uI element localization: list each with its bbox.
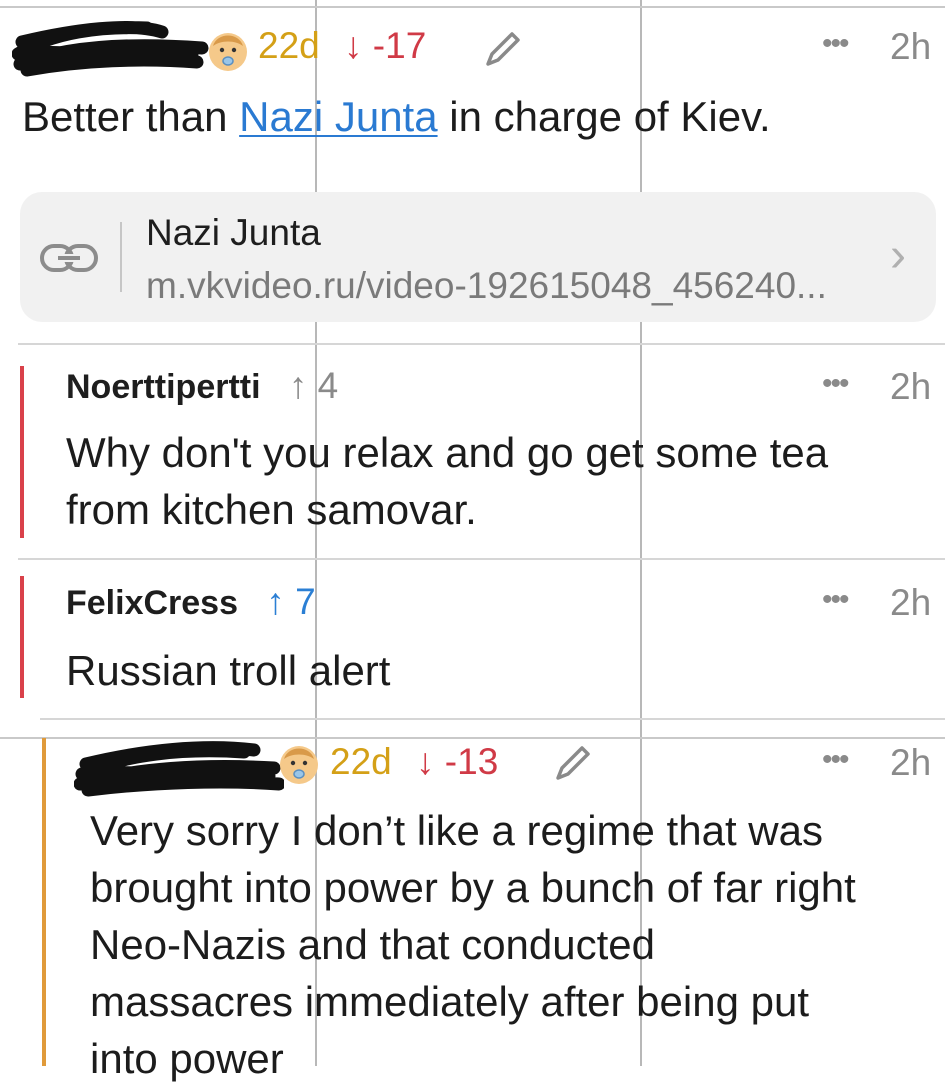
- age-badge: 22d: [258, 25, 320, 66]
- comment-meta: 22d ↓ -13: [330, 740, 498, 784]
- thread-line: [20, 576, 24, 698]
- divider: [40, 718, 945, 720]
- upvote-icon[interactable]: ↑: [289, 365, 308, 406]
- link-preview-title: Nazi Junta: [146, 212, 321, 253]
- score: 7: [295, 581, 316, 622]
- comment-meta: Noerttipertti ↑ 4: [66, 364, 338, 409]
- comment-body: Russian troll alert: [66, 647, 391, 694]
- divider: [18, 558, 945, 560]
- score: -17: [372, 25, 427, 66]
- more-options-icon[interactable]: •••: [822, 583, 849, 617]
- thread-line: [20, 366, 24, 538]
- baby-icon: [209, 33, 247, 71]
- comment-meta: FelixCress ↑ 7: [66, 580, 316, 625]
- link-preview-url: m.vkvideo.ru/video-192615048_456240...: [146, 265, 827, 306]
- username[interactable]: Noerttipertti: [66, 368, 261, 406]
- username[interactable]: FelixCress: [66, 584, 238, 622]
- pencil-icon[interactable]: [552, 744, 592, 784]
- upvote-icon[interactable]: ↑: [266, 581, 285, 622]
- divider: [0, 6, 945, 8]
- link-icon: [40, 244, 98, 272]
- baby-icon: [280, 746, 318, 784]
- timestamp: 2h: [890, 26, 932, 67]
- card-separator: [120, 222, 122, 292]
- score: 4: [317, 365, 339, 406]
- chevron-right-icon: ›: [890, 229, 906, 282]
- redacted-username: [12, 20, 209, 77]
- comment-meta: 22d ↓ -17: [258, 24, 426, 68]
- more-options-icon[interactable]: •••: [822, 27, 849, 61]
- inline-link[interactable]: Nazi Junta: [239, 93, 437, 140]
- pencil-icon[interactable]: [482, 30, 522, 70]
- timestamp: 2h: [890, 366, 932, 407]
- redacted-username: [74, 741, 284, 797]
- age-badge: 22d: [330, 741, 392, 782]
- timestamp: 2h: [890, 582, 932, 623]
- score: -13: [444, 741, 499, 782]
- downvote-icon[interactable]: ↓: [344, 25, 363, 66]
- thread-line: [42, 738, 46, 1066]
- more-options-icon[interactable]: •••: [822, 743, 849, 777]
- timestamp: 2h: [890, 742, 932, 783]
- divider: [18, 343, 945, 345]
- more-options-icon[interactable]: •••: [822, 367, 849, 401]
- comment-body: Very sorry I don’t like a regime that wa…: [90, 807, 856, 1082]
- comment-body: Better than Nazi Junta in charge of Kiev…: [22, 93, 771, 140]
- comment-body: Why don't you relax and go get some tea …: [66, 429, 829, 533]
- downvote-icon[interactable]: ↓: [416, 741, 435, 782]
